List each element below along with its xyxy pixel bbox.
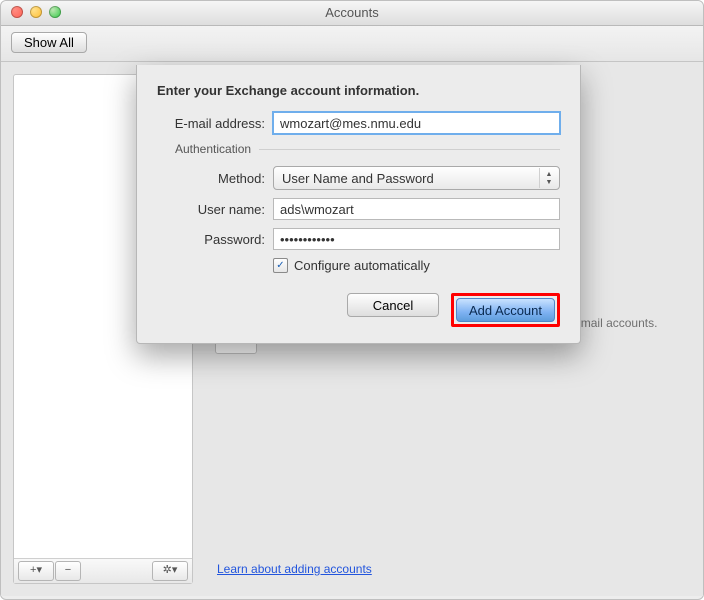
row-configure: ✓ Configure automatically [273,258,560,273]
label-auth: Authentication [157,142,251,156]
row-email: E-mail address: [157,112,560,134]
add-account-highlight: Add Account [451,293,560,327]
label-method: Method: [157,171,273,186]
row-auth: Authentication [157,142,560,156]
remove-account-button[interactable]: − [55,561,81,581]
add-account-button[interactable]: Add Account [456,298,555,322]
minimize-icon[interactable] [30,6,42,18]
window-title: Accounts [1,1,703,25]
row-password: Password: [157,228,560,250]
sheet-heading: Enter your Exchange account information. [157,83,560,98]
titlebar: Accounts [1,1,703,26]
zoom-icon[interactable] [49,6,61,18]
sheet-buttons: Cancel Add Account [157,293,560,327]
close-icon[interactable] [11,6,23,18]
configure-checkbox[interactable]: ✓ [273,258,288,273]
sidebar-gear-button[interactable]: ✲▾ [152,561,188,581]
learn-link[interactable]: Learn about adding accounts [217,562,372,576]
password-field[interactable] [273,228,560,250]
label-email: E-mail address: [157,116,273,131]
cancel-button[interactable]: Cancel [347,293,439,317]
label-password: Password: [157,232,273,247]
show-all-button[interactable]: Show All [11,32,87,53]
label-username: User name: [157,202,273,217]
chevron-up-down-icon: ▲▼ [539,168,558,188]
row-username: User name: [157,198,560,220]
method-value: User Name and Password [282,171,434,186]
sidebar-footer-left: +▾ − [18,561,81,581]
method-select[interactable]: User Name and Password ▲▼ [273,166,560,190]
row-method: Method: User Name and Password ▲▼ [157,166,560,190]
auth-divider [259,149,560,150]
label-configure: Configure automatically [294,258,430,273]
username-field[interactable] [273,198,560,220]
exchange-setup-sheet: Enter your Exchange account information.… [136,65,581,344]
add-account-button[interactable]: +▾ [18,561,54,581]
sidebar-footer: +▾ − ✲▾ [14,558,192,583]
email-field[interactable] [273,112,560,134]
traffic-lights [11,6,61,18]
accounts-window: Accounts Show All +▾ − ✲▾ [0,0,704,600]
toolbar: Show All [1,26,703,62]
